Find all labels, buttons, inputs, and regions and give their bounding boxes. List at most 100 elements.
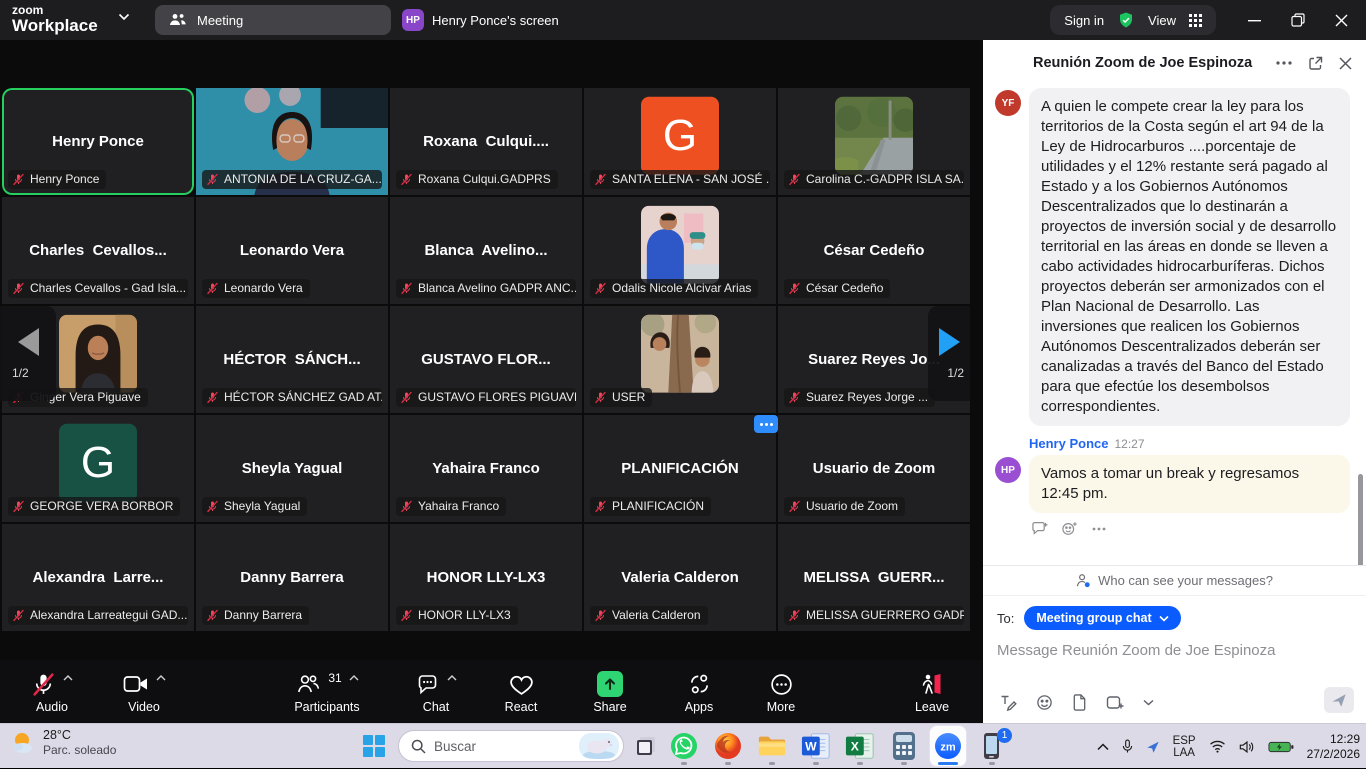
add-reaction-icon[interactable] (1062, 521, 1078, 536)
react-button[interactable]: React (481, 669, 561, 714)
participant-tile[interactable]: Sheyla YagualSheyla Yagual (196, 415, 388, 522)
explorer-taskbar-icon[interactable] (754, 726, 790, 766)
chevron-up-icon[interactable] (349, 675, 359, 681)
language-indicator[interactable]: ESPLAA (1173, 735, 1196, 759)
participant-tile[interactable]: Charles Cevallos...Charles Cevallos - Ga… (2, 197, 194, 304)
participant-name-label: Valeria Calderon (590, 606, 708, 625)
volume-icon[interactable] (1239, 740, 1255, 754)
chat-scrollbar[interactable] (1358, 474, 1363, 565)
participant-tile[interactable]: USER (584, 306, 776, 413)
file-attach-icon[interactable] (1072, 694, 1087, 711)
leave-button[interactable]: Leave (892, 669, 972, 714)
text-format-icon[interactable] (999, 693, 1017, 711)
grid-view-icon[interactable] (1189, 14, 1202, 27)
battery-charging-icon[interactable] (1268, 740, 1294, 754)
taskbar-search[interactable]: Buscar (398, 730, 624, 762)
participant-tile[interactable]: Leonardo VeraLeonardo Vera (196, 197, 388, 304)
zoom-taskbar-icon[interactable]: zm (930, 726, 966, 766)
participant-tile[interactable]: Henry PonceHenry Ponce (2, 88, 194, 195)
participants-label: Participants (294, 700, 359, 714)
participant-tile[interactable]: GGEORGE VERA BORBOR (2, 415, 194, 522)
emoji-icon[interactable] (1036, 694, 1053, 711)
whatsapp-taskbar-icon[interactable] (666, 726, 702, 766)
close-button[interactable] (1335, 14, 1348, 27)
chevron-down-icon[interactable] (1143, 699, 1154, 706)
chevron-up-icon[interactable] (447, 675, 457, 681)
apps-button[interactable]: Apps (659, 669, 739, 714)
close-chat-icon[interactable] (1339, 57, 1352, 70)
chevron-down-icon[interactable] (118, 13, 130, 21)
react-icon (509, 673, 534, 696)
participant-tile[interactable]: HÉCTOR SÁNCH...HÉCTOR SÁNCHEZ GAD AT... (196, 306, 388, 413)
recipient-selector[interactable]: Meeting group chat (1024, 606, 1180, 630)
participant-tile[interactable]: César CedeñoCésar Cedeño (778, 197, 970, 304)
restore-button[interactable] (1291, 13, 1305, 27)
participant-tile[interactable]: Danny BarreraDanny Barrera (196, 524, 388, 631)
participant-tile[interactable]: GSANTA ELENA - SAN JOSÉ ... (584, 88, 776, 195)
sign-in-button[interactable]: Sign in (1064, 13, 1104, 28)
start-button[interactable] (362, 734, 386, 758)
chat-title: Reunión Zoom de Joe Espinoza (1033, 55, 1276, 71)
minimize-button[interactable] (1248, 14, 1261, 27)
gallery-next-page-button[interactable]: 1/2 (928, 306, 970, 401)
location-in-use-icon[interactable] (1146, 740, 1160, 754)
mic-in-use-icon[interactable] (1122, 739, 1133, 754)
chat-button[interactable]: Chat (396, 669, 476, 714)
chat-message: HPVamos a tomar un break y regresamos 12… (995, 455, 1350, 513)
participant-tile[interactable]: Roxana Culqui....Roxana Culqui.GADPRS (390, 88, 582, 195)
taskbar-clock[interactable]: 12:29 27/2/2026 (1307, 732, 1360, 762)
shield-check-icon[interactable] (1117, 11, 1135, 29)
participant-label-text: Valeria Calderon (612, 608, 701, 622)
pop-out-icon[interactable] (1308, 56, 1323, 71)
send-button[interactable] (1324, 687, 1354, 713)
video-gallery: Henry PonceHenry PonceANTONIA DE LA CRUZ… (0, 40, 982, 660)
wifi-icon[interactable] (1209, 740, 1226, 753)
sender-name[interactable]: Henry Ponce (1029, 436, 1108, 451)
task-view-button[interactable] (634, 734, 658, 758)
reply-icon[interactable] (1031, 521, 1048, 536)
participants-button[interactable]: 31Participants (275, 669, 379, 714)
chat-more-options-icon[interactable] (1276, 61, 1292, 65)
message-input[interactable] (997, 642, 1352, 659)
excel-taskbar-icon[interactable]: X (842, 726, 878, 766)
screenshot-icon[interactable] (1106, 694, 1124, 711)
participant-tile[interactable]: HONOR LLY-LX3HONOR LLY-LX3 (390, 524, 582, 631)
video-button[interactable]: Video (104, 669, 184, 714)
privacy-note[interactable]: Who can see your messages? (983, 565, 1366, 595)
search-highlight-image[interactable] (579, 733, 619, 759)
tray-chevron-up-icon[interactable] (1097, 743, 1109, 751)
avatar[interactable]: HP (995, 457, 1021, 483)
participant-tile[interactable]: Usuario de ZoomUsuario de Zoom (778, 415, 970, 522)
participant-tile[interactable]: Odalis Nicole Alcivar Arias (584, 197, 776, 304)
view-button[interactable]: View (1148, 13, 1176, 28)
participant-tile[interactable]: PLANIFICACIÓNPLANIFICACIÓN (584, 415, 776, 522)
tab-meeting[interactable]: Meeting (155, 5, 391, 35)
participant-tile[interactable]: Blanca Avelino...Blanca Avelino GADPR AN… (390, 197, 582, 304)
participant-tile[interactable]: MELISSA GUERR...MELISSA GUERRERO GADP... (778, 524, 970, 631)
participant-tile[interactable]: Yahaira FrancoYahaira Franco (390, 415, 582, 522)
tile-more-options-button[interactable] (754, 415, 778, 433)
participant-tile[interactable]: GUSTAVO FLOR...GUSTAVO FLORES PIGUAVE (390, 306, 582, 413)
participant-tile[interactable]: Carolina C.-GADPR ISLA SA... (778, 88, 970, 195)
tab-screen-share[interactable]: HP Henry Ponce's screen (402, 9, 559, 31)
avatar[interactable]: YF (995, 90, 1021, 116)
gallery-prev-page-button[interactable]: 1/2 (0, 306, 56, 401)
chevron-up-icon[interactable] (63, 675, 73, 681)
chevron-up-icon[interactable] (156, 675, 166, 681)
weather-widget[interactable]: 28°C Parc. soleado (10, 728, 116, 757)
participant-label-text: Leonardo Vera (224, 281, 303, 295)
word-taskbar-icon[interactable]: W (798, 726, 834, 766)
participant-tile[interactable]: Alexandra Larre...Alexandra Larreategui … (2, 524, 194, 631)
participant-tile[interactable]: Valeria CalderonValeria Calderon (584, 524, 776, 631)
audio-button[interactable]: Audio (12, 669, 92, 714)
calculator-taskbar-icon[interactable] (886, 726, 922, 766)
phonelink-taskbar-icon[interactable]: 1 (974, 726, 1010, 766)
more-button[interactable]: More (741, 669, 821, 714)
share-button[interactable]: Share (570, 669, 650, 714)
mic-muted-icon (594, 391, 607, 404)
logo-workplace: Workplace (12, 17, 98, 34)
participant-tile[interactable]: ANTONIA DE LA CRUZ-GA... (196, 88, 388, 195)
message-more-icon[interactable] (1092, 527, 1106, 531)
arrow-left-icon (18, 328, 39, 356)
firefox-taskbar-icon[interactable] (710, 726, 746, 766)
